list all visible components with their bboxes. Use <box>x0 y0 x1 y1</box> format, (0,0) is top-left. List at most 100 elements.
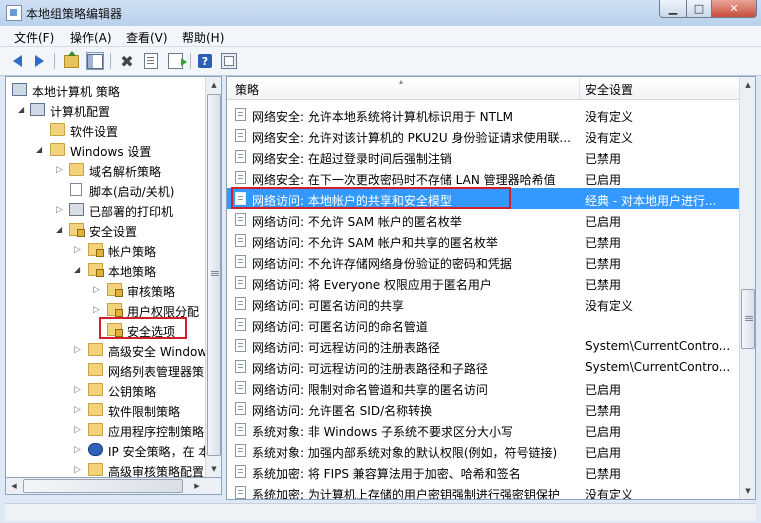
tree-item-name-resolution-policy[interactable]: 域名解析策略 <box>6 160 206 180</box>
list-item[interactable]: 网络访问: 可匿名访问的命名管道 <box>227 314 740 335</box>
console-tree: 本地计算机 策略 计算机配置 软件设置 Windows 设置 域名解析策略 脚本… <box>5 76 222 478</box>
list-item[interactable]: 网络访问: 限制对命名管道和共享的匿名访问 已启用 <box>227 377 740 398</box>
scroll-up-icon[interactable]: ▲ <box>740 77 755 93</box>
expand-closed-icon[interactable] <box>56 165 64 174</box>
tree-item-account-policies[interactable]: 帐户策略 <box>6 240 206 260</box>
expand-closed-icon[interactable] <box>93 305 101 314</box>
policy-name: 网络安全: 允许本地系统将计算机标识用于 NTLM <box>252 110 514 124</box>
column-header-security-setting[interactable]: 安全设置 <box>585 81 633 98</box>
list-item[interactable]: 网络访问: 不允许 SAM 帐户和共享的匿名枚举 已禁用 <box>227 230 740 251</box>
show-tree-button[interactable] <box>86 52 104 70</box>
tree-item-network-list-manager[interactable]: 网络列表管理器策 <box>6 360 206 380</box>
tree-item-label: 高级安全 Window <box>108 345 208 359</box>
tree-item-windows-firewall[interactable]: 高级安全 Window <box>6 340 208 360</box>
policy-name: 系统加密: 将 FIPS 兼容算法用于加密、哈希和签名 <box>252 467 521 481</box>
list-item[interactable]: 网络访问: 允许匿名 SID/名称转换 已禁用 <box>227 398 740 419</box>
scroll-down-icon[interactable]: ▼ <box>206 461 221 477</box>
expand-closed-icon[interactable] <box>74 405 82 414</box>
list-item[interactable]: 网络访问: 可匿名访问的共享 没有定义 <box>227 293 740 314</box>
expand-closed-icon[interactable] <box>93 285 101 294</box>
menu-action[interactable]: 操作(A) <box>70 29 112 46</box>
tree-item-security-settings[interactable]: 安全设置 <box>6 220 206 240</box>
scroll-up-icon[interactable]: ▲ <box>206 77 221 93</box>
menu-file[interactable]: 文件(F) <box>14 29 54 46</box>
tree-item-computer-config[interactable]: 计算机配置 <box>6 100 206 120</box>
expand-open-icon[interactable] <box>74 265 82 274</box>
scroll-left-icon[interactable]: ◀ <box>6 478 22 494</box>
tree-item-software-settings[interactable]: 软件设置 <box>6 120 206 140</box>
folder-icon <box>88 343 103 356</box>
list-item[interactable]: 网络访问: 将 Everyone 权限应用于匿名用户 已禁用 <box>227 272 740 293</box>
maximize-button[interactable]: □ <box>686 0 712 18</box>
expand-open-icon[interactable] <box>36 145 44 154</box>
back-arrow-icon[interactable] <box>8 52 26 70</box>
list-item[interactable]: 系统对象: 加强内部系统对象的默认权限(例如，符号链接) 已启用 <box>227 440 740 461</box>
action-pane-icon <box>221 53 237 69</box>
tree-item-label: 软件设置 <box>70 125 119 139</box>
title-bar[interactable]: 本地组策略编辑器 ▁ □ ✕ <box>0 0 761 26</box>
scroll-right-icon[interactable]: ▶ <box>189 478 205 494</box>
expand-open-icon[interactable] <box>18 105 26 114</box>
scroll-thumb[interactable] <box>741 289 755 349</box>
list-item[interactable]: 网络访问: 不允许存储网络身份验证的密码和凭据 已禁用 <box>227 251 740 272</box>
list-item[interactable]: 系统加密: 将 FIPS 兼容算法用于加密、哈希和签名 已禁用 <box>227 461 740 482</box>
scroll-thumb[interactable] <box>23 479 183 493</box>
list-item[interactable]: 网络安全: 允许对该计算机的 PKU2U 身份验证请求使用联... 没有定义 <box>227 125 740 146</box>
action-pane-button[interactable] <box>220 52 238 70</box>
tree-item-local-computer-policy[interactable]: 本地计算机 策略 <box>6 80 206 100</box>
column-header-policy[interactable]: 策略 <box>235 81 259 98</box>
policy-setting: 已启用 <box>585 425 622 439</box>
expand-closed-icon[interactable] <box>74 385 82 394</box>
expand-closed-icon[interactable] <box>56 205 64 214</box>
policy-icon <box>235 150 246 163</box>
policy-name: 网络访问: 限制对命名管道和共享的匿名访问 <box>252 383 488 397</box>
expand-closed-icon[interactable] <box>74 345 82 354</box>
tree-item-advanced-audit[interactable]: 高级审核策略配置 <box>6 460 206 477</box>
computer-icon <box>12 83 27 96</box>
help-button[interactable]: ? <box>196 52 214 70</box>
forward-arrow-icon[interactable] <box>30 52 48 70</box>
tree-item-deployed-printers[interactable]: 已部署的打印机 <box>6 200 206 220</box>
list-item[interactable]: 网络安全: 在超过登录时间后强制注销 已禁用 <box>227 146 740 167</box>
tree-item-windows-settings[interactable]: Windows 设置 <box>6 140 206 160</box>
tree-vertical-scrollbar[interactable]: ▲ ▼ <box>205 77 221 477</box>
security-folder-icon <box>69 223 85 237</box>
list-item[interactable]: 系统对象: 非 Windows 子系统不要求区分大小写 已启用 <box>227 419 740 440</box>
menu-help[interactable]: 帮助(H) <box>182 29 224 46</box>
menu-view[interactable]: 查看(V) <box>126 29 168 46</box>
tree-item-audit-policy[interactable]: 审核策略 <box>6 280 206 300</box>
scroll-thumb[interactable] <box>207 94 221 456</box>
list-item[interactable]: 网络安全: 允许本地系统将计算机标识用于 NTLM 没有定义 <box>227 104 740 125</box>
list-item[interactable]: 网络访问: 可远程访问的注册表路径和子路径 System\CurrentContr… <box>227 356 740 377</box>
tree-item-local-policies[interactable]: 本地策略 <box>6 260 206 280</box>
expand-open-icon[interactable] <box>56 225 64 234</box>
security-folder-icon <box>107 283 123 297</box>
export-list-button[interactable] <box>166 52 187 70</box>
up-level-button[interactable] <box>62 50 80 70</box>
list-item[interactable]: 网络访问: 不允许 SAM 帐户的匿名枚举 已启用 <box>227 209 740 230</box>
grip-icon <box>211 271 219 272</box>
expand-closed-icon[interactable] <box>74 425 82 434</box>
close-button[interactable]: ✕ <box>711 0 757 18</box>
policy-setting: 没有定义 <box>585 488 634 500</box>
list-vertical-scrollbar[interactable]: ▲ ▼ <box>739 77 755 499</box>
expand-closed-icon[interactable] <box>74 245 82 254</box>
properties-sheet-button[interactable] <box>142 52 160 70</box>
tree-item-application-control[interactable]: 应用程序控制策略 <box>6 420 206 440</box>
tree-item-ip-security[interactable]: IP 安全策略，在 本 <box>6 440 210 460</box>
list-item[interactable]: 网络安全: 在下一次更改密码时不存储 LAN 管理器哈希值 已启用 <box>227 167 740 188</box>
scroll-down-icon[interactable]: ▼ <box>740 483 755 499</box>
policy-icon <box>235 423 246 436</box>
expand-closed-icon[interactable] <box>74 465 82 474</box>
tree-horizontal-scrollbar[interactable]: ◀ ▶ <box>5 478 222 495</box>
folder-icon <box>69 163 84 176</box>
list-item[interactable]: 网络访问: 可远程访问的注册表路径 System\CurrentContro... <box>227 335 740 356</box>
tree-item-public-key-policies[interactable]: 公钥策略 <box>6 380 206 400</box>
list-item[interactable]: 系统加密: 为计算机上存储的用户密钥强制进行强密钥保护 没有定义 <box>227 482 740 500</box>
delete-button[interactable]: ✖ <box>118 52 136 71</box>
column-divider[interactable] <box>579 77 580 99</box>
minimize-button[interactable]: ▁ <box>659 0 687 18</box>
expand-closed-icon[interactable] <box>74 445 82 454</box>
tree-item-scripts[interactable]: 脚本(启动/关机) <box>6 180 206 200</box>
tree-item-software-restriction[interactable]: 软件限制策略 <box>6 400 206 420</box>
